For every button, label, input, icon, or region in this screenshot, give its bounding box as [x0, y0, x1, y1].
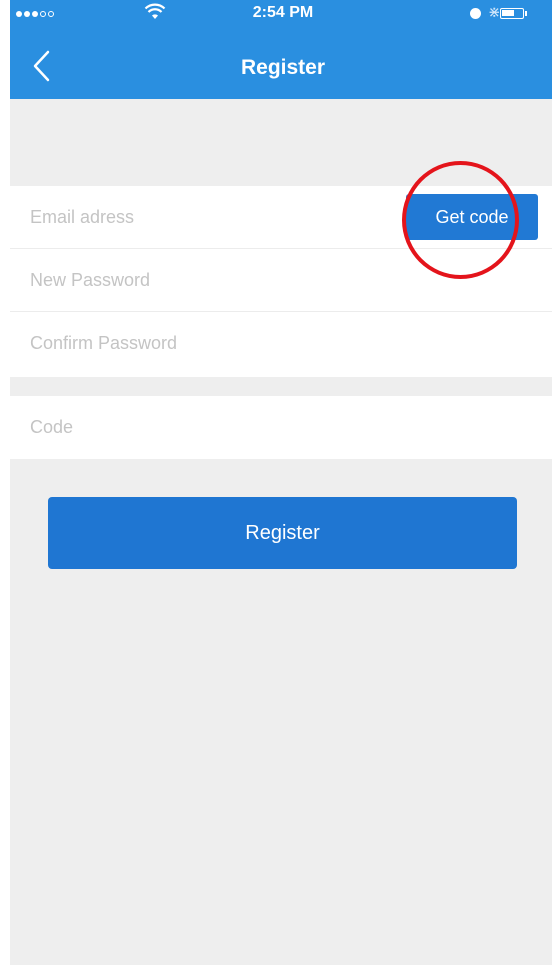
code-row [10, 396, 552, 459]
nav-bar: Register [10, 28, 552, 99]
status-bar: 2:54 PM ⋇ [10, 0, 552, 28]
email-field[interactable] [30, 186, 390, 248]
code-field[interactable] [30, 396, 390, 458]
register-screen: 2:54 PM ⋇ Register Get code [10, 0, 552, 965]
app-header: 2:54 PM ⋇ Register [10, 0, 552, 99]
page-title: Register [240, 56, 326, 79]
email-row: Get code [10, 186, 552, 249]
get-code-button[interactable]: Get code [406, 194, 538, 240]
battery-icon [500, 8, 524, 19]
confirm-password-row [10, 312, 552, 375]
confirm-password-field[interactable] [30, 312, 390, 374]
battery-tip [525, 11, 527, 16]
new-password-field[interactable] [30, 249, 390, 311]
bluetooth-icon: ⋇ [488, 4, 501, 21]
register-button[interactable]: Register [48, 497, 517, 569]
code-form [10, 396, 552, 459]
account-form: Get code [10, 186, 552, 377]
new-password-row [10, 249, 552, 312]
alarm-icon [470, 8, 481, 19]
